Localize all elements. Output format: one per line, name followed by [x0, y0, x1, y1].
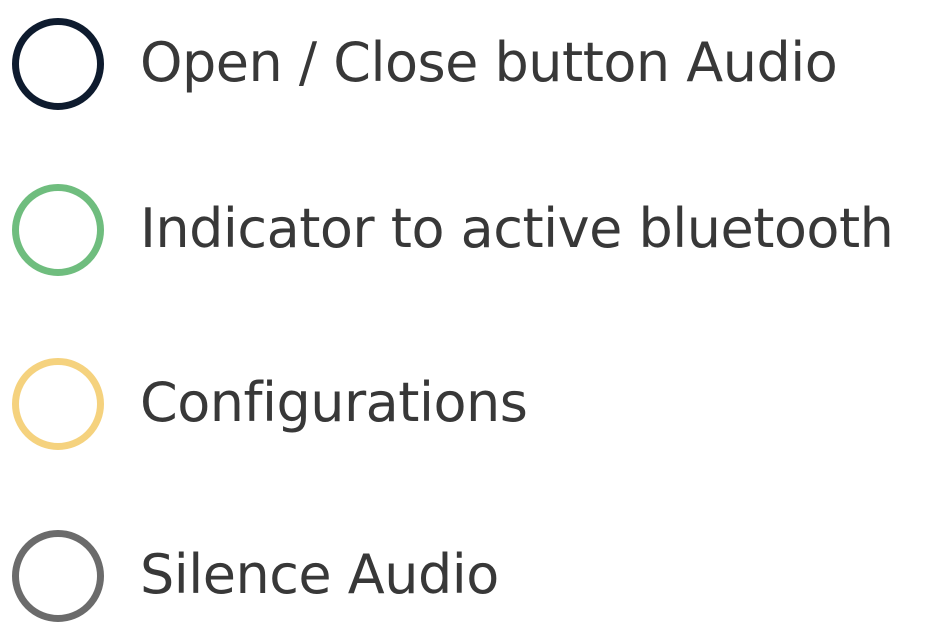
legend-label: Indicator to active bluetooth	[140, 197, 894, 260]
color-legend: Open / Close button Audio Indicator to a…	[0, 0, 939, 640]
legend-label: Silence Audio	[140, 543, 499, 606]
dark-navy-ring-icon	[12, 18, 104, 110]
green-ring-icon	[12, 184, 104, 276]
legend-item-silence-audio: Silence Audio	[0, 530, 939, 640]
legend-label: Configurations	[140, 371, 528, 434]
gray-ring-icon	[12, 530, 104, 622]
legend-item-configurations: Configurations	[0, 358, 939, 468]
legend-item-open-close-audio: Open / Close button Audio	[0, 18, 939, 128]
yellow-ring-icon	[12, 358, 104, 450]
legend-item-bluetooth-indicator: Indicator to active bluetooth	[0, 184, 939, 294]
legend-label: Open / Close button Audio	[140, 31, 838, 94]
